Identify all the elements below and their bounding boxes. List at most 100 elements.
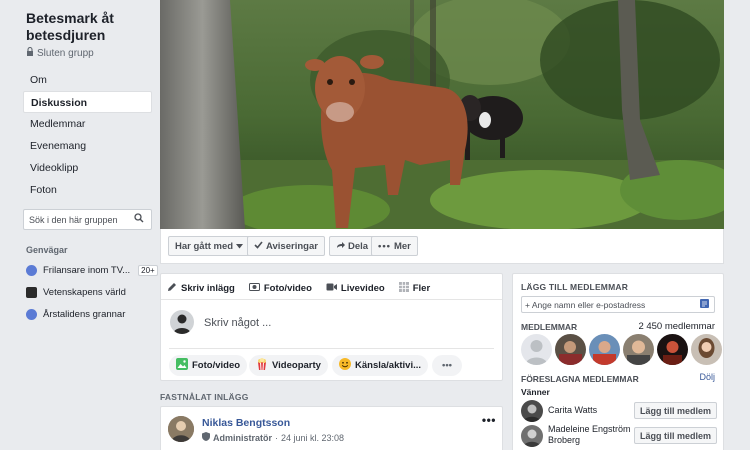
joined-label: Har gått med [175,240,234,252]
member-avatar[interactable] [521,334,552,365]
notification-badge: 20+ [138,264,158,276]
group-title[interactable]: Betesmark åt betesdjuren [26,10,151,44]
tab-label: Fler [412,282,431,294]
search-icon[interactable] [134,213,144,226]
notifications-label: Aviseringar [266,240,318,252]
tab-photo-video[interactable]: Foto/video [248,279,312,297]
shortcut-item[interactable]: Årstalidens grannar [26,306,125,322]
tab-write-post[interactable]: Skriv inlägg [167,279,235,297]
tab-more[interactable]: Fler [398,279,431,297]
group-icon [26,264,37,276]
camera-icon [248,282,260,294]
videoparty-pill[interactable]: Videoparty [249,355,328,376]
ellipsis-icon: ••• [442,360,452,371]
post-author-role: Administratör [213,432,273,443]
suggested-member-avatar[interactable] [521,425,543,447]
group-icon [26,308,37,320]
pill-label: Känsla/aktivi... [355,360,422,371]
popcorn-icon [256,358,268,373]
nav-item-evenemang[interactable]: Evenemang [23,135,152,157]
caret-down-icon [236,241,244,252]
member-avatar[interactable] [623,334,654,365]
composer-tabs: Skriv inlägg Foto/video Livevideo Fler [167,279,444,297]
share-button[interactable]: Dela [329,236,376,256]
add-member-button[interactable]: Lägg till medlem [633,427,717,444]
privacy-label: Sluten grupp [37,47,94,59]
suggested-member-name[interactable]: Madeleine Engström Broberg [548,424,636,446]
pinned-post-label: FASTNÅLAT INLÄGG [160,392,249,402]
members-count[interactable]: 2 450 medlemmar [638,321,715,332]
pill-label: Foto/video [192,360,241,371]
post-timestamp[interactable]: 24 juni kl. 23:08 [281,433,344,443]
hide-link[interactable]: Dölj [699,372,715,382]
photo-video-pill[interactable]: Foto/video [169,355,248,376]
shortcut-label: Vetenskapens värld [43,286,126,298]
pencil-icon [167,282,177,295]
left-sidebar: Betesmark åt betesdjuren Sluten grupp Om… [0,0,158,450]
member-avatar[interactable] [589,334,620,365]
tab-label: Livevideo [340,282,385,294]
dot-separator: · [275,432,279,443]
share-icon [336,241,345,252]
contact-list-icon[interactable] [700,298,709,311]
post-options-icon[interactable]: ••• [482,413,496,427]
add-members-input[interactable] [525,299,700,310]
post-author-name[interactable]: Niklas Bengtsson [202,417,290,429]
suggested-member-avatar[interactable] [521,400,543,422]
nav-item-medlemmar[interactable]: Medlemmar [23,113,152,135]
group-search [23,209,152,230]
add-members-field [521,296,715,313]
admin-shield-icon [202,432,210,443]
member-avatars [521,334,722,365]
lock-icon [26,46,34,59]
group-search-input[interactable] [29,214,134,225]
group-nav: Om Diskussion Medlemmar Evenemang Videok… [23,69,152,201]
member-avatar[interactable] [657,334,688,365]
add-member-button[interactable]: Lägg till medlem [633,402,717,419]
group-icon [26,286,37,298]
user-avatar [170,310,194,334]
video-camera-icon [326,283,337,294]
pinned-post: Niklas Bengtsson Administratör · 24 juni… [160,406,503,450]
tab-live-video[interactable]: Livevideo [326,279,385,297]
checkmark-icon [254,240,263,252]
member-avatar[interactable] [555,334,586,365]
nav-item-videoklipp[interactable]: Videoklipp [23,157,152,179]
share-label: Dela [348,240,369,252]
member-avatar[interactable] [691,334,722,365]
notifications-button[interactable]: Aviseringar [247,236,325,256]
shortcut-label: Frilansare inom TV... [43,264,131,276]
shortcuts-title: Genvägar [26,245,68,255]
suggested-member-name[interactable]: Carita Watts [548,405,636,416]
more-options-pill[interactable]: ••• [432,355,462,376]
composer-divider [161,299,502,300]
smiley-icon [339,358,351,373]
cover-image [160,0,724,229]
author-avatar[interactable] [168,416,194,442]
friends-label: Vänner [521,387,550,397]
joined-button[interactable]: Har gått med [168,236,251,256]
group-action-bar: Har gått med Aviseringar Dela ••• Mer [160,229,724,264]
more-button[interactable]: ••• Mer [371,236,418,256]
shortcut-item[interactable]: Frilansare inom TV... 20+ [26,262,158,278]
nav-item-om[interactable]: Om [23,69,152,91]
cover-photo[interactable] [160,0,724,229]
suggested-member: Carita Watts Lägg till medlem [521,400,717,422]
ellipsis-icon: ••• [378,240,391,252]
nav-item-foton[interactable]: Foton [23,179,152,201]
post-meta: Administratör · 24 juni kl. 23:08 [202,432,344,443]
more-label: Mer [393,240,411,252]
add-members-title: LÄGG TILL MEDLEMMAR [521,282,629,292]
photo-icon [176,358,188,373]
composer-input[interactable]: Skriv något ... [204,317,271,329]
grid-icon [398,281,409,295]
feeling-activity-pill[interactable]: Känsla/aktivi... [332,355,429,376]
members-panel: LÄGG TILL MEDLEMMAR MEDLEMMAR 2 450 medl… [512,273,724,450]
nav-item-diskussion[interactable]: Diskussion [23,91,152,113]
suggested-member: Madeleine Engström Broberg Lägg till med… [521,424,717,447]
shortcut-item[interactable]: Vetenskapens värld [26,284,126,300]
tab-label: Skriv inlägg [181,282,235,294]
shortcut-label: Årstalidens grannar [43,308,126,320]
members-title: MEDLEMMAR [521,322,578,332]
pill-label: Videoparty [272,360,321,371]
